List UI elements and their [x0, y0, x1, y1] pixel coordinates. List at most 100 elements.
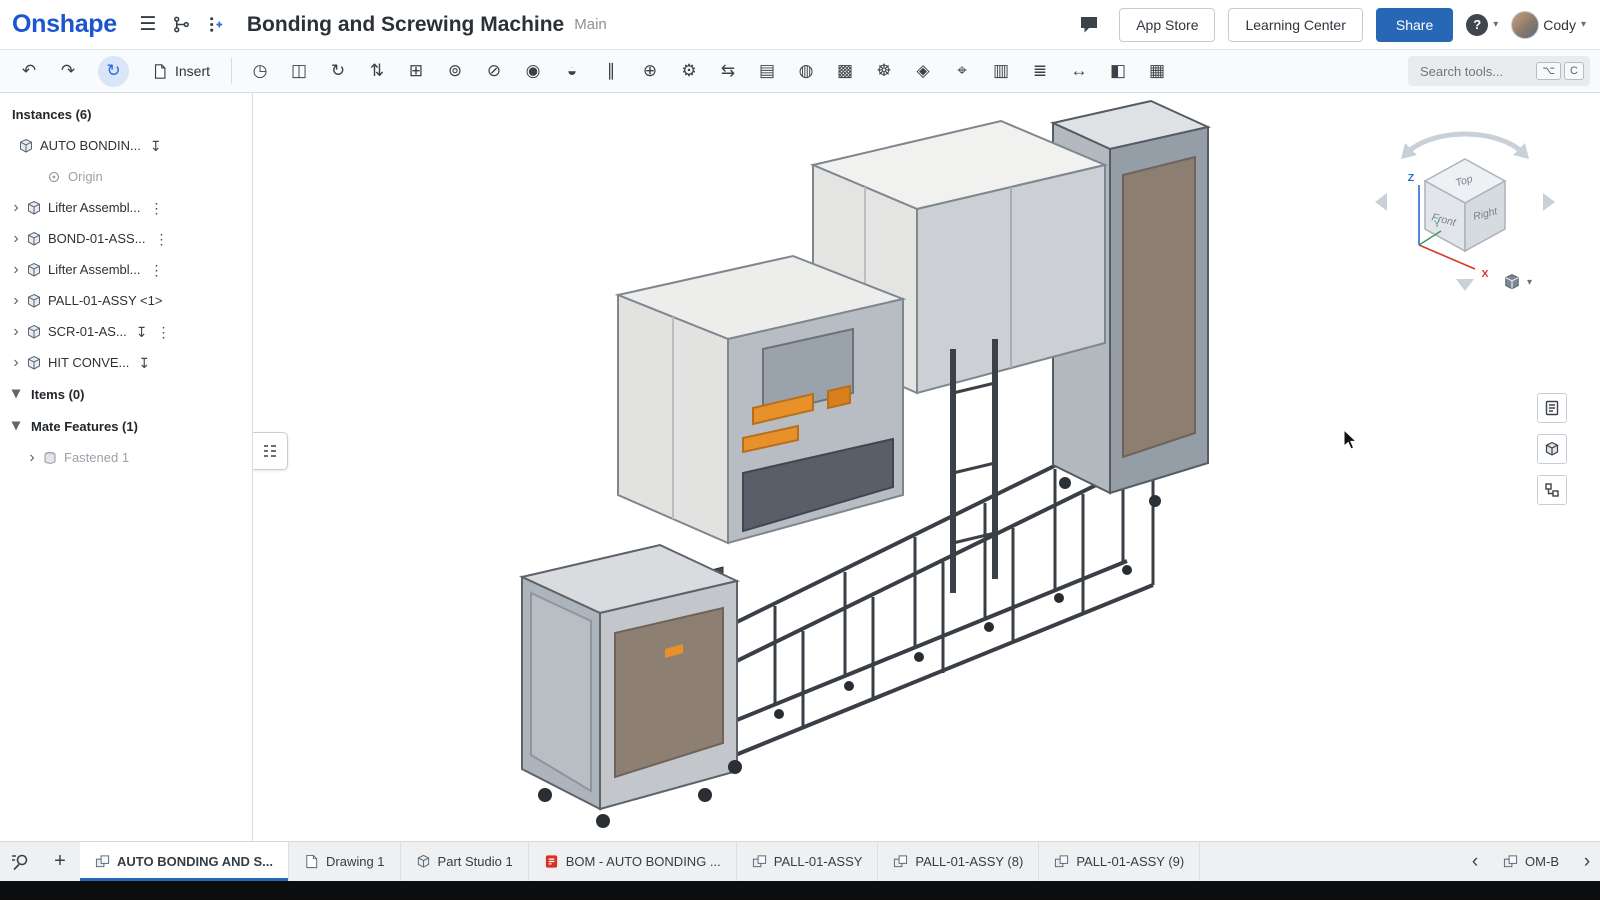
origin-row[interactable]: Origin — [0, 161, 252, 192]
assembly-tab-icon — [1054, 854, 1069, 869]
cylindrical-mate-icon[interactable]: ⊚ — [436, 54, 474, 88]
avatar[interactable] — [1511, 11, 1539, 39]
tab-om-b-clipped[interactable]: OM-B — [1488, 842, 1574, 881]
pan-down-icon[interactable] — [1456, 279, 1474, 291]
instance-row-root[interactable]: AUTO BONDIN... ↧ — [0, 130, 252, 161]
caret-down-icon: ▾ — [1493, 19, 1498, 30]
bom-icon[interactable]: ▦ — [1138, 54, 1176, 88]
search-tools-input[interactable] — [1418, 63, 1533, 80]
parallel-mate-icon[interactable]: ∥ — [592, 54, 630, 88]
graphics-canvas[interactable]: Top Front Right Z X Y ▾ — [253, 93, 1600, 841]
tab-part-studio-1[interactable]: Part Studio 1 — [401, 842, 529, 881]
section-view-icon[interactable]: ◧ — [1099, 54, 1137, 88]
document-title: Bonding and Screwing Machine — [247, 13, 564, 37]
instance-row[interactable]: › BOND-01-ASS... ⋮ — [0, 223, 252, 254]
structure-panel-icon[interactable] — [1537, 475, 1567, 505]
mate-connector-icon[interactable]: ⊕ — [631, 54, 669, 88]
tab-label: Part Studio 1 — [438, 854, 513, 869]
instance-row[interactable]: › PALL-01-ASSY <1> — [0, 285, 252, 316]
mate-features-section-header[interactable]: ▾ Mate Features (1) — [0, 410, 252, 442]
rotate-arc-icon[interactable] — [1409, 134, 1521, 151]
undo-icon[interactable]: ↶ — [10, 54, 48, 88]
instance-label: Lifter Assembl... — [48, 262, 140, 277]
versions-history-icon[interactable] — [165, 8, 199, 42]
help-icon[interactable]: ? — [1466, 14, 1488, 36]
chevron-down-icon[interactable]: ▾ — [8, 418, 24, 434]
onshape-logo[interactable]: Onshape — [12, 10, 117, 39]
pattern-icon[interactable]: ▩ — [826, 54, 864, 88]
linear-pattern-icon[interactable]: ▤ — [748, 54, 786, 88]
scroll-tabs-right-icon[interactable]: › — [1574, 842, 1600, 881]
gear-relation-icon[interactable]: ☸ — [865, 54, 903, 88]
create-version-icon[interactable] — [199, 8, 233, 42]
tab-assembly-main[interactable]: AUTO BONDING AND S... — [80, 842, 289, 881]
tab-pall-01-assy-8[interactable]: PALL-01-ASSY (8) — [878, 842, 1039, 881]
pin-slot-mate-icon[interactable]: ⊘ — [475, 54, 513, 88]
instance-row[interactable]: › SCR-01-AS... ↧ ⋮ — [0, 316, 252, 347]
slider-mate-icon[interactable]: ⇅ — [358, 54, 396, 88]
measure-icon[interactable]: ↔ — [1060, 54, 1098, 88]
mate-feature-row[interactable]: › Fastened 1 — [0, 442, 252, 473]
instance-row[interactable]: › Lifter Assembl... ⋮ — [0, 192, 252, 223]
tab-drawing-1[interactable]: Drawing 1 — [289, 842, 401, 881]
tab-label: PALL-01-ASSY — [774, 854, 863, 869]
chevron-right-icon[interactable]: › — [8, 231, 24, 247]
display-states-icon[interactable]: ▥ — [982, 54, 1020, 88]
view-options-menu[interactable]: ▾ — [1503, 273, 1532, 291]
tangent-mate-icon[interactable]: ◒ — [553, 54, 591, 88]
chevron-right-icon[interactable]: › — [8, 324, 24, 340]
redo-icon[interactable]: ↷ — [49, 54, 87, 88]
group-icon[interactable]: ◫ — [280, 54, 318, 88]
document-panel-icon[interactable] — [1537, 393, 1567, 423]
chevron-down-icon[interactable]: ▾ — [8, 386, 24, 402]
tab-bom-pdf[interactable]: BOM - AUTO BONDING ... — [529, 842, 737, 881]
learning-center-button[interactable]: Learning Center — [1228, 8, 1362, 42]
document-tab-bar: + AUTO BONDING AND S... Drawing 1 Part S… — [0, 841, 1600, 881]
origin-icon — [46, 169, 62, 185]
caret-down-icon: ▾ — [1581, 19, 1586, 30]
tab-label: OM-B — [1525, 854, 1559, 869]
replicate-icon[interactable]: ⇆ — [709, 54, 747, 88]
mate-relation-icon[interactable]: ⚙ — [670, 54, 708, 88]
scroll-tabs-left-icon[interactable]: ‹ — [1462, 842, 1488, 881]
appearance-panel-icon[interactable] — [1537, 434, 1567, 464]
instance-row[interactable]: › HIT CONVE... ↧ — [0, 347, 252, 378]
chevron-right-icon[interactable]: › — [8, 200, 24, 216]
tab-label: AUTO BONDING AND S... — [117, 854, 273, 869]
mate-icon[interactable]: ◷ — [241, 54, 279, 88]
user-menu[interactable]: Cody ▾ — [1511, 11, 1586, 39]
chevron-right-icon[interactable]: › — [8, 355, 24, 371]
tab-pall-01-assy[interactable]: PALL-01-ASSY — [737, 842, 879, 881]
chevron-right-icon[interactable]: › — [24, 450, 40, 466]
instance-row[interactable]: › Lifter Assembl... ⋮ — [0, 254, 252, 285]
pan-right-icon[interactable] — [1543, 193, 1555, 211]
document-menu-icon[interactable]: ☰ — [131, 8, 165, 42]
items-section-header[interactable]: ▾ Items (0) — [0, 378, 252, 410]
app-store-button[interactable]: App Store — [1119, 8, 1215, 42]
unit-front-cabinet[interactable] — [522, 545, 742, 828]
view-cube[interactable]: Top Front Right Z X Y — [1375, 105, 1555, 295]
planar-mate-icon[interactable]: ⊞ — [397, 54, 435, 88]
instances-panel-toggle[interactable] — [253, 432, 288, 470]
chevron-right-icon[interactable]: › — [8, 293, 24, 309]
circular-pattern-icon[interactable]: ◍ — [787, 54, 825, 88]
comment-icon[interactable] — [1072, 8, 1106, 42]
insert-label: Insert — [175, 63, 210, 79]
pan-left-icon[interactable] — [1375, 193, 1387, 211]
help-menu[interactable]: ? ▾ — [1466, 14, 1498, 36]
unit-bonding-enclosure[interactable] — [618, 256, 903, 543]
search-tabs-icon[interactable] — [0, 842, 40, 881]
share-button[interactable]: Share — [1376, 8, 1453, 42]
snap-mode-icon[interactable]: ⌖ — [943, 54, 981, 88]
update-rotate-icon[interactable]: ↻ — [98, 56, 129, 87]
named-positions-icon[interactable]: ≣ — [1021, 54, 1059, 88]
revolute-mate-icon[interactable]: ↻ — [319, 54, 357, 88]
tab-pall-01-assy-9[interactable]: PALL-01-ASSY (9) — [1039, 842, 1200, 881]
instance-label: BOND-01-ASS... — [48, 231, 146, 246]
explode-icon[interactable]: ◈ — [904, 54, 942, 88]
new-tab-button[interactable]: + — [40, 842, 80, 881]
ball-mate-icon[interactable]: ◉ — [514, 54, 552, 88]
insert-button[interactable]: Insert — [140, 54, 222, 88]
search-tools-box[interactable]: ⌥ C — [1408, 56, 1590, 86]
chevron-right-icon[interactable]: › — [8, 262, 24, 278]
